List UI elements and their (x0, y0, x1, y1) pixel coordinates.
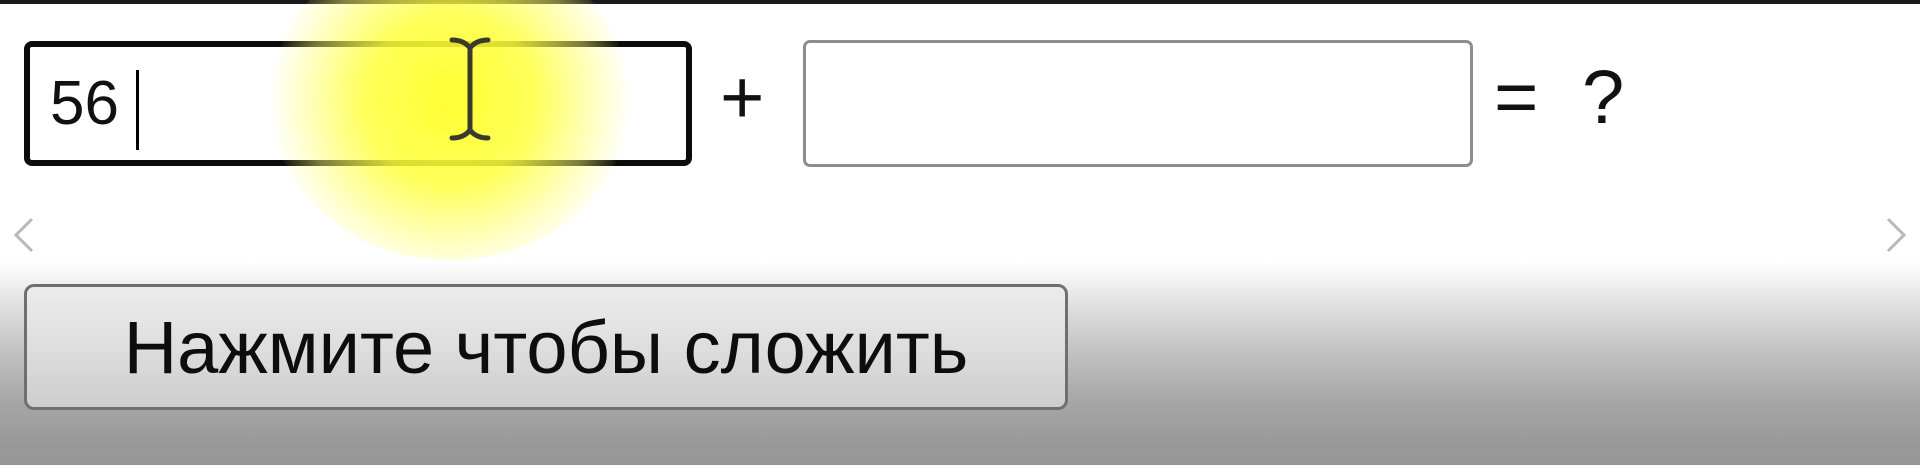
first-number-input[interactable] (24, 41, 692, 166)
equals-sign: = (1494, 55, 1539, 140)
result-placeholder: ? (1582, 55, 1625, 140)
text-caret (136, 70, 139, 150)
second-number-input[interactable] (803, 40, 1473, 167)
text-cursor-icon (449, 37, 491, 141)
plus-sign: + (720, 55, 765, 140)
add-numbers-button[interactable]: Нажмите чтобы сложить (24, 284, 1068, 410)
chevron-left-icon[interactable] (8, 215, 38, 255)
window-top-border (0, 0, 1920, 4)
chevron-right-icon[interactable] (1882, 215, 1912, 255)
